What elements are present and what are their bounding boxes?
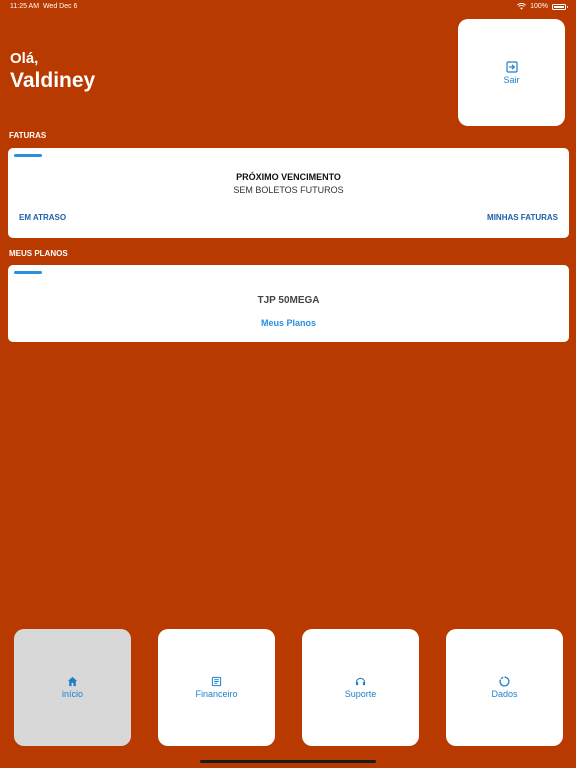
tab-home-label: início <box>61 689 83 699</box>
status-time: 11:25 AM Wed Dec 6 <box>10 3 78 10</box>
plan-name: TJP 50MEGA <box>257 295 320 306</box>
overdue-invoices-link[interactable]: EM ATRASO <box>19 213 66 222</box>
tab-financeiro[interactable]: Financeiro <box>158 629 275 746</box>
logout-button[interactable]: Sair <box>458 19 565 126</box>
home-indicator <box>200 760 376 763</box>
tab-dados-label: Dados <box>491 689 518 699</box>
invoices-card: PRÓXIMO VENCIMENTO SEM BOLETOS FUTUROS E… <box>8 148 569 238</box>
home-icon <box>67 676 78 687</box>
tab-dados[interactable]: Dados <box>446 629 563 746</box>
my-plans-link[interactable]: Meus Planos <box>8 318 569 328</box>
tab-suporte-label: Suporte <box>344 689 377 699</box>
card-accent-bar <box>14 271 42 274</box>
tab-suporte[interactable]: Suporte <box>302 629 419 746</box>
user-name: Valdiney <box>10 69 96 92</box>
my-invoices-link[interactable]: MINHAS FATURAS <box>487 213 558 222</box>
data-usage-icon <box>499 676 510 687</box>
logout-label: Sair <box>503 74 520 85</box>
greeting: Olá, Valdiney <box>10 50 95 93</box>
tab-home[interactable]: início <box>14 629 131 746</box>
next-due-label: PRÓXIMO VENCIMENTO <box>236 172 341 182</box>
document-icon <box>211 676 222 687</box>
greeting-hello: Olá, <box>10 50 39 67</box>
card-accent-bar <box>14 154 42 157</box>
plans-card: TJP 50MEGA Meus Planos <box>8 265 569 342</box>
logout-icon <box>505 60 518 73</box>
next-due-value: SEM BOLETOS FUTUROS <box>233 185 344 195</box>
wifi-icon <box>517 3 527 10</box>
invoices-section-label: FATURAS <box>9 131 47 140</box>
battery-icon <box>552 3 568 10</box>
battery-percent: 100% <box>530 3 548 10</box>
status-indicators: 100% <box>517 3 568 10</box>
tab-financeiro-label: Financeiro <box>195 689 238 699</box>
support-icon <box>355 677 366 686</box>
plans-section-label: MEUS PLANOS <box>9 249 68 258</box>
status-bar: 11:25 AM Wed Dec 6 100% <box>0 0 576 14</box>
